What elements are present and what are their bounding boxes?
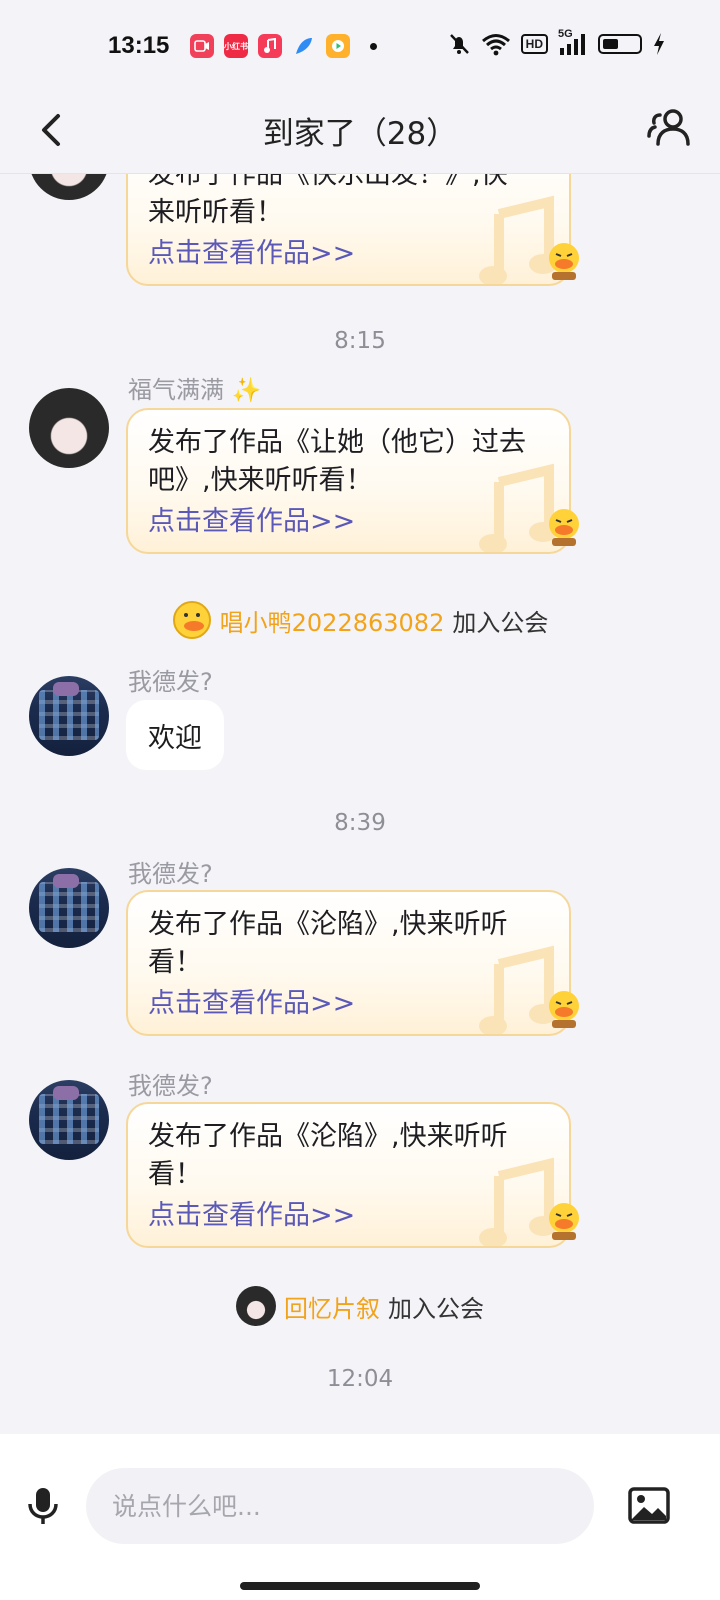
work-card[interactable]: 发布了作品《让她（他它）过去吧》,快来听听看！ 点击查看作品>> [126, 408, 571, 554]
join-action-text: 加入公会 [388, 1294, 484, 1323]
video-app-icon [326, 34, 350, 58]
hd-badge: HD [520, 34, 548, 54]
system-join-notice: 唱小鸭2022863082 加入公会 [0, 600, 720, 640]
work-card[interactable]: 发布了作品《沦陷》,快来听听看！ 点击查看作品>> [126, 1102, 571, 1248]
status-app-icons: 小红书 [190, 34, 377, 58]
avatar[interactable] [29, 868, 109, 948]
timestamp: 8:39 [334, 810, 386, 836]
status-time: 13:15 [108, 32, 170, 59]
message-input[interactable] [86, 1468, 594, 1544]
message-input-bar [0, 1434, 720, 1600]
mute-bell-icon [449, 34, 469, 54]
duck-mascot-icon [549, 991, 579, 1028]
joined-user-name[interactable]: 回忆片叙 [284, 1289, 380, 1324]
joined-user-name[interactable]: 唱小鸭2022863082 [220, 603, 445, 638]
duck-mascot-icon [549, 509, 579, 546]
feather-icon [292, 34, 316, 58]
sender-name: 我德发? [128, 668, 213, 696]
sender-name: 福气满满 ✨ [128, 376, 262, 404]
notification-dot [370, 42, 377, 50]
home-indicator[interactable] [240, 1582, 480, 1590]
view-work-link[interactable]: 点击查看作品>> [148, 499, 355, 538]
join-action-text: 加入公会 [452, 608, 549, 637]
avatar[interactable] [29, 1080, 109, 1160]
avatar[interactable] [29, 174, 109, 200]
status-bar: 13:15 小红书 HD 5G [0, 0, 720, 96]
view-work-link[interactable]: 点击查看作品>> [148, 231, 355, 270]
wifi-icon [481, 34, 510, 56]
duck-avatar-icon[interactable] [172, 600, 212, 640]
text-bubble[interactable]: 欢迎 [126, 700, 224, 770]
image-icon [628, 1487, 670, 1524]
chat-header: 到家了（28） [0, 96, 720, 174]
timestamp: 12:04 [326, 1366, 394, 1392]
timestamp: 8:15 [334, 328, 386, 354]
view-work-link[interactable]: 点击查看作品>> [148, 981, 355, 1020]
music-icon [258, 34, 282, 58]
avatar[interactable] [29, 676, 109, 756]
battery-level [603, 39, 619, 49]
signal-indicator: 5G [558, 28, 588, 56]
xiaohongshu-icon: 小红书 [224, 34, 248, 58]
user-avatar-small[interactable] [236, 1286, 276, 1326]
system-join-notice: 回忆片叙 加入公会 [0, 1286, 720, 1326]
status-right: HD 5G [447, 28, 666, 56]
screen-recorder-icon [190, 34, 214, 58]
view-work-link[interactable]: 点击查看作品>> [148, 1193, 355, 1232]
microphone-icon [28, 1488, 58, 1524]
send-image-button[interactable] [628, 1486, 670, 1526]
battery-icon [598, 34, 642, 54]
sender-name: 我德发? [128, 860, 213, 888]
work-card[interactable]: 发布了作品《快乐出发！》,快来听听看！ 点击查看作品>> [126, 174, 571, 286]
sender-name: 我德发? [128, 1072, 213, 1100]
duck-mascot-icon [549, 1203, 579, 1240]
group-members-icon [647, 109, 690, 146]
charging-icon [654, 33, 664, 55]
work-card-text: 发布了作品《沦陷》,快来听听看！ [148, 1121, 508, 1190]
voice-button[interactable] [26, 1486, 60, 1526]
work-card-text: 发布了作品《快乐出发！》,快来听听看！ [148, 174, 508, 228]
avatar[interactable] [29, 388, 109, 468]
duck-mascot-icon [549, 243, 579, 280]
work-card-text: 发布了作品《沦陷》,快来听听看！ [148, 909, 508, 978]
page-title: 到家了（28） [262, 116, 458, 152]
message-list[interactable]: 发布了作品《快乐出发！》,快来听听看！ 点击查看作品>> 8:15 福气满满 ✨… [0, 174, 720, 1434]
work-card[interactable]: 发布了作品《沦陷》,快来听听看！ 点击查看作品>> [126, 890, 571, 1036]
group-members-button[interactable] [642, 106, 692, 150]
work-card-text: 发布了作品《让她（他它）过去吧》,快来听听看！ [148, 427, 526, 496]
